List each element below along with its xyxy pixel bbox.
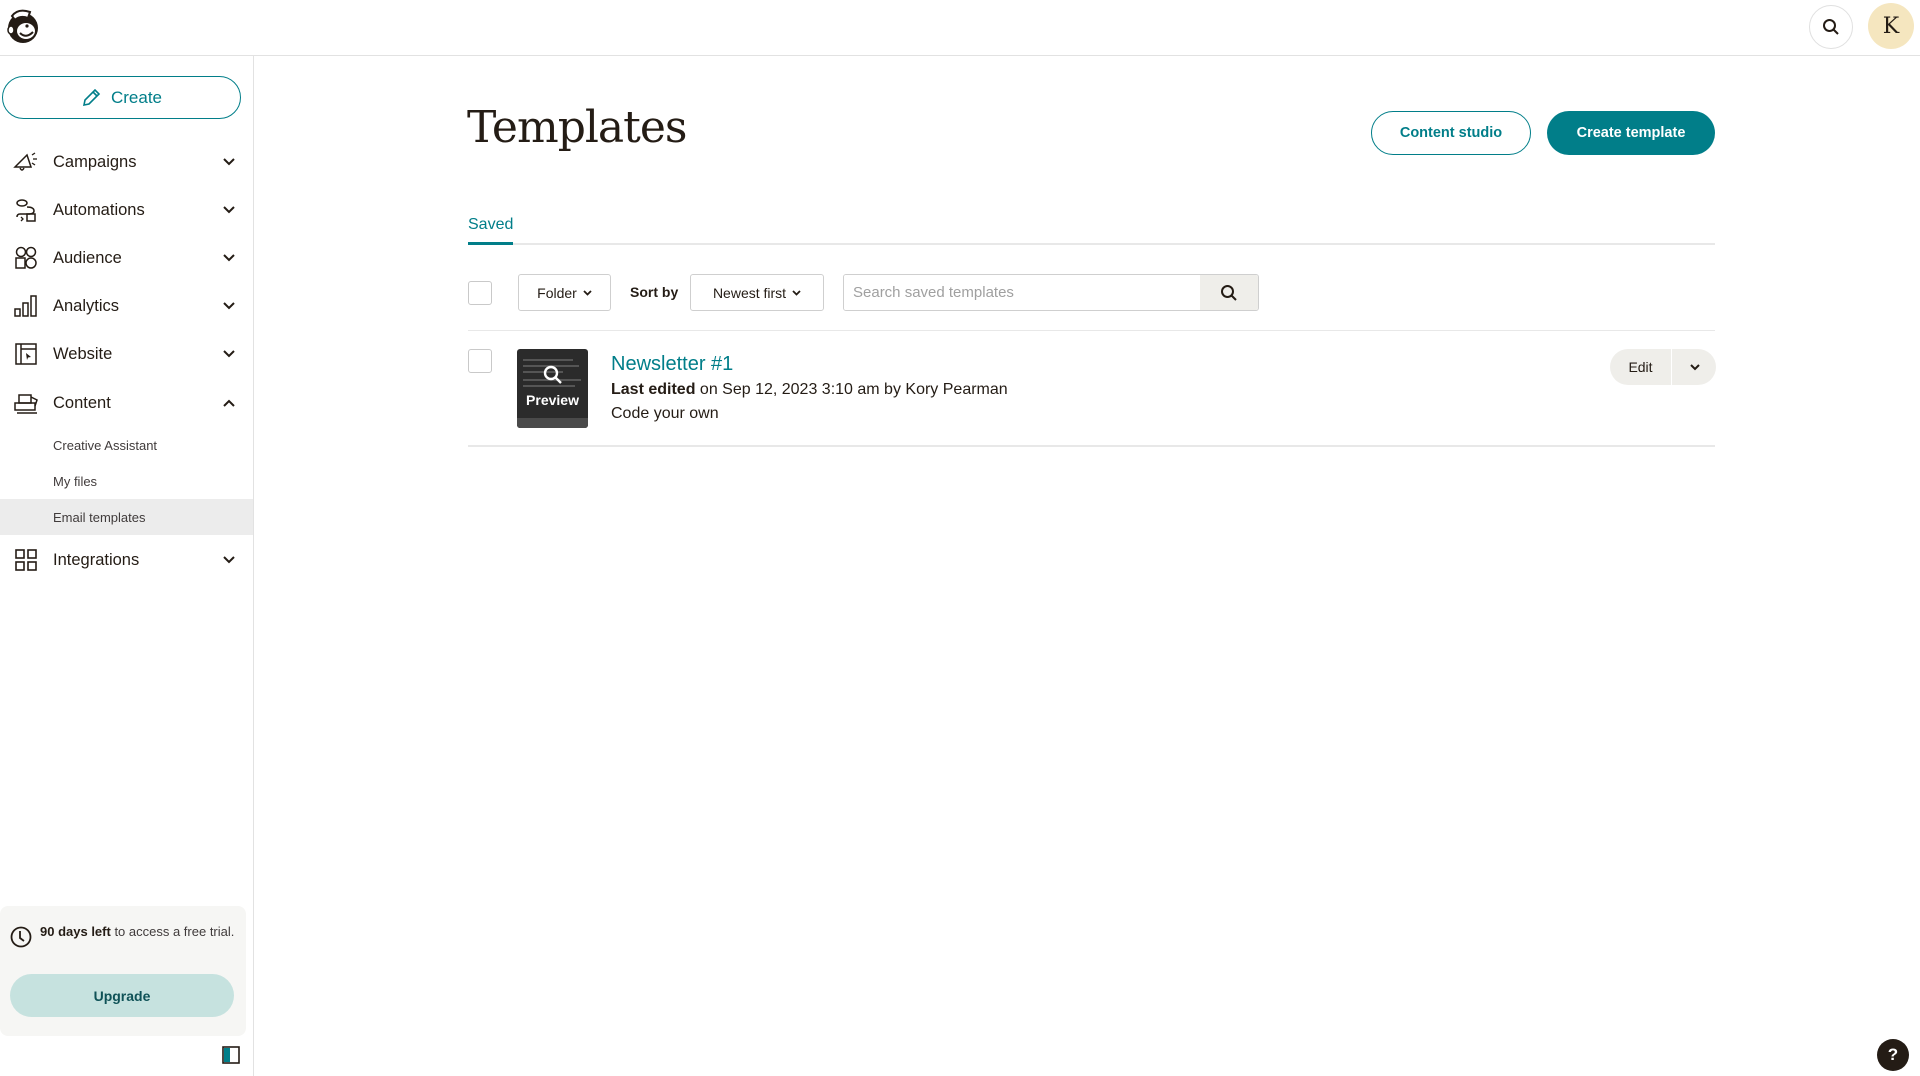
clock-icon bbox=[10, 926, 32, 948]
sidebar-item-label: Automations bbox=[53, 200, 145, 219]
sidebar-subitem-label: My files bbox=[53, 473, 98, 489]
sidebar-item-website[interactable]: Website bbox=[0, 332, 253, 376]
global-search-button[interactable] bbox=[1809, 5, 1853, 49]
magnifier-icon bbox=[543, 365, 562, 384]
sidebar-item-audience[interactable]: Audience bbox=[0, 236, 253, 280]
content-studio-button[interactable]: Content studio bbox=[1371, 111, 1531, 155]
search-submit-button[interactable] bbox=[1200, 275, 1258, 310]
sidebar-subitem-email-templates[interactable]: Email templates bbox=[0, 499, 253, 535]
create-button-label: Create bbox=[110, 87, 163, 107]
page-title: Templates bbox=[467, 102, 687, 153]
help-button[interactable]: ? bbox=[1877, 1039, 1909, 1071]
upgrade-button[interactable]: Upgrade bbox=[10, 974, 234, 1017]
sidebar-subitem-my-files[interactable]: My files bbox=[0, 463, 253, 499]
trial-card: 90 days left to access a free trial. Upg… bbox=[0, 906, 246, 1036]
megaphone-icon bbox=[13, 149, 39, 175]
sort-by-label: Sort by bbox=[630, 284, 679, 300]
chevron-down-icon bbox=[222, 299, 236, 313]
content-icon bbox=[13, 390, 39, 416]
sort-dropdown[interactable]: Newest first bbox=[690, 274, 824, 311]
folder-dropdown-label: Folder bbox=[537, 284, 577, 301]
sidebar-item-label: Analytics bbox=[53, 296, 120, 315]
sidebar-subitem-label: Creative Assistant bbox=[53, 437, 158, 453]
sidebar-subitem-label: Email templates bbox=[53, 509, 146, 525]
trial-days-left: 90 days left bbox=[40, 924, 111, 939]
sidebar-subitem-creative-assistant[interactable]: Creative Assistant bbox=[0, 427, 253, 463]
pencil-icon bbox=[82, 88, 101, 106]
website-icon bbox=[13, 341, 39, 367]
trial-message: 90 days left to access a free trial. bbox=[40, 922, 240, 942]
trial-message-rest: to access a free trial. bbox=[110, 924, 235, 939]
chevron-down-icon bbox=[1689, 363, 1700, 370]
folder-dropdown[interactable]: Folder bbox=[518, 274, 611, 311]
sidebar-item-integrations[interactable]: Integrations bbox=[0, 538, 253, 582]
search-box bbox=[843, 274, 1259, 311]
automation-flow-icon bbox=[13, 197, 39, 223]
search-icon bbox=[1823, 19, 1839, 35]
sidebar-item-label: Audience bbox=[53, 248, 122, 267]
bar-chart-icon bbox=[13, 293, 39, 319]
chevron-down-icon bbox=[583, 289, 592, 296]
sidebar-item-label: Content bbox=[53, 393, 111, 412]
tabs: Saved bbox=[468, 212, 1715, 245]
sidebar-item-analytics[interactable]: Analytics bbox=[0, 284, 253, 328]
search-templates-input[interactable] bbox=[844, 275, 1201, 310]
grid-icon bbox=[13, 547, 39, 573]
template-toolbar: Folder Sort by Newest first bbox=[468, 274, 1715, 312]
preview-overlay-label: Preview bbox=[526, 392, 579, 408]
user-avatar[interactable]: K bbox=[1868, 3, 1914, 49]
select-all-checkbox[interactable] bbox=[468, 281, 492, 305]
template-row-checkbox[interactable] bbox=[468, 349, 492, 373]
edit-button-group: Edit bbox=[1610, 349, 1716, 385]
last-edited-details: on Sep 12, 2023 3:10 am by Kory Pearman bbox=[695, 381, 1008, 398]
chevron-down-icon bbox=[222, 251, 236, 265]
audience-icon bbox=[13, 245, 39, 271]
last-edited-label: Last edited bbox=[611, 381, 696, 398]
template-name-link[interactable]: Newsletter #1 bbox=[611, 353, 733, 376]
mailchimp-logo[interactable] bbox=[4, 6, 42, 46]
template-type: Code your own bbox=[611, 405, 719, 422]
sidebar: Create Campaigns Automations Audience An… bbox=[0, 56, 254, 1076]
chevron-up-icon bbox=[222, 396, 236, 410]
sidebar-item-label: Website bbox=[53, 344, 113, 363]
create-button[interactable]: Create bbox=[2, 76, 241, 119]
sidebar-item-campaigns[interactable]: Campaigns bbox=[0, 140, 253, 184]
sidebar-item-label: Integrations bbox=[53, 550, 140, 569]
template-thumbnail[interactable]: Preview bbox=[517, 349, 588, 428]
sidebar-item-label: Campaigns bbox=[53, 152, 137, 171]
create-template-button[interactable]: Create template bbox=[1547, 111, 1715, 155]
sort-dropdown-value: Newest first bbox=[712, 284, 787, 301]
collapse-sidebar-icon[interactable] bbox=[222, 1046, 240, 1064]
chevron-down-icon bbox=[222, 155, 236, 169]
chevron-down-icon bbox=[222, 203, 236, 217]
chevron-down-icon bbox=[222, 553, 236, 567]
top-bar: K bbox=[0, 0, 1920, 56]
chevron-down-icon bbox=[222, 347, 236, 361]
template-row: Preview Newsletter #1 Last edited on Sep… bbox=[468, 331, 1716, 447]
chevron-down-icon bbox=[792, 289, 801, 296]
search-icon bbox=[1221, 284, 1237, 301]
sidebar-item-automations[interactable]: Automations bbox=[0, 188, 253, 232]
edit-options-dropdown[interactable] bbox=[1673, 349, 1716, 385]
sidebar-item-content[interactable]: Content bbox=[0, 381, 253, 425]
tab-saved[interactable]: Saved bbox=[468, 216, 514, 245]
template-last-edited: Last edited on Sep 12, 2023 3:10 am by K… bbox=[611, 381, 1008, 399]
edit-button[interactable]: Edit bbox=[1610, 349, 1672, 385]
